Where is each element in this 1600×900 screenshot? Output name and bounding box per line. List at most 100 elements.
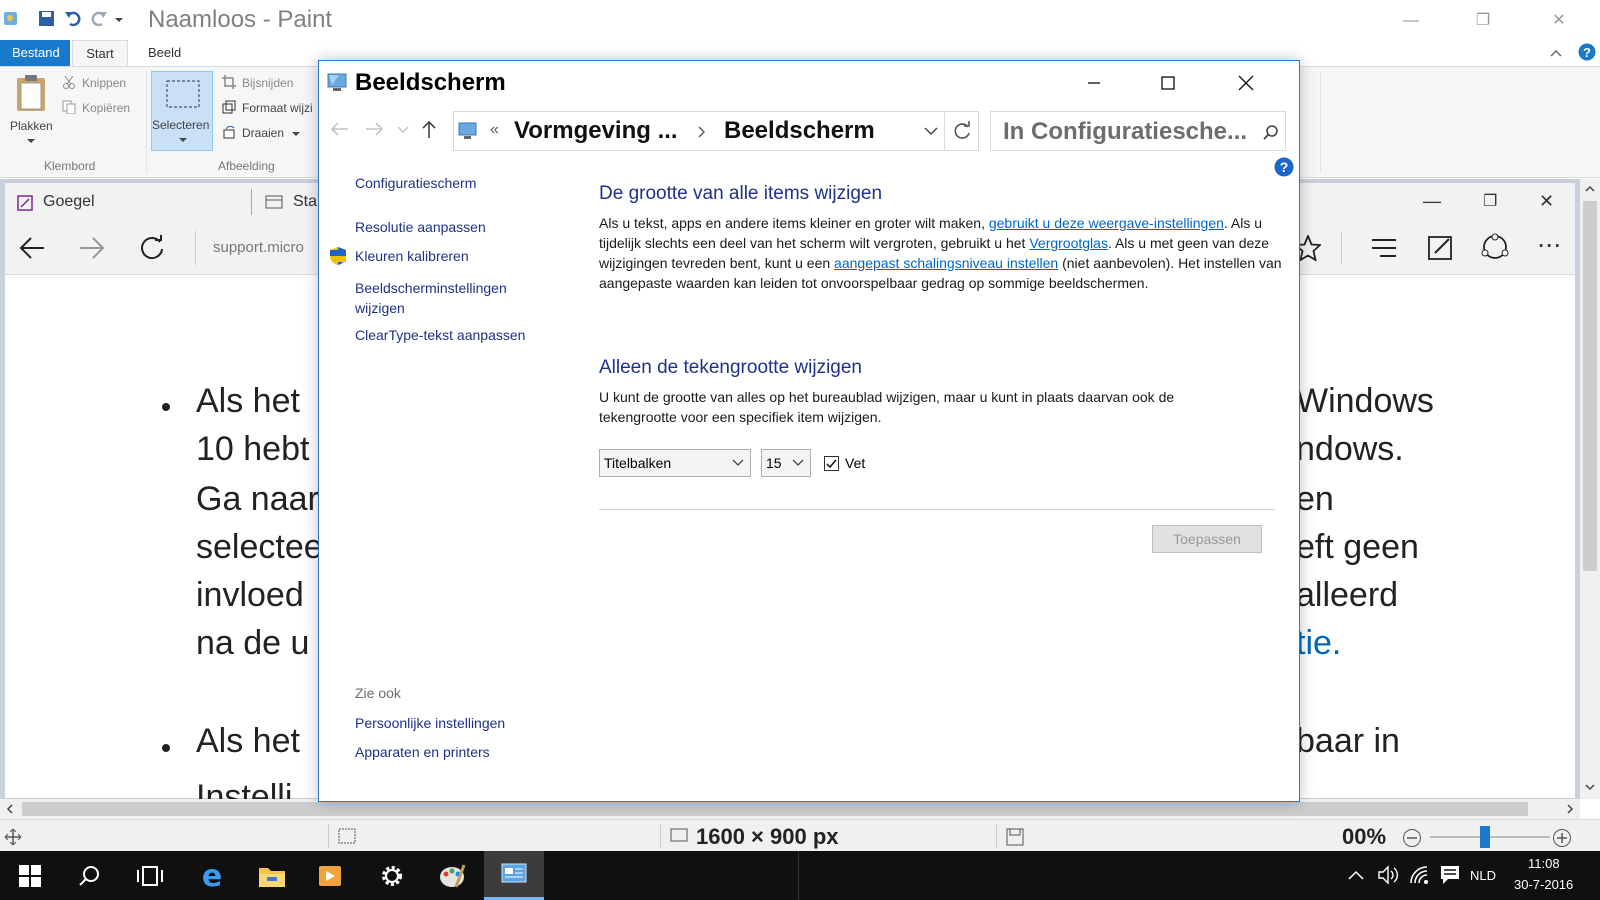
select-rectangle-icon <box>166 80 200 108</box>
apply-button[interactable]: Toepassen <box>1152 525 1262 553</box>
close-button[interactable] <box>1211 61 1281 105</box>
control-panel-icon <box>501 863 527 883</box>
sidebar-link-cleartype[interactable]: ClearType-tekst aanpassen <box>355 327 525 343</box>
save-icon[interactable] <box>38 9 56 29</box>
paint-app-icon[interactable] <box>2 9 20 29</box>
tab-bestand[interactable]: Bestand <box>0 40 70 66</box>
cut-label[interactable]: Knippen <box>82 76 126 90</box>
zoom-slider-track[interactable] <box>1430 836 1550 838</box>
zoom-in-icon[interactable] <box>1552 828 1572 848</box>
display-settings-link[interactable]: gebruikt u deze weergave-instellingen <box>989 215 1224 231</box>
bg-text-line: selectee <box>196 528 323 566</box>
paint-restore-button[interactable]: ❐ <box>1460 8 1506 34</box>
tab-beeld[interactable]: Beeld <box>136 40 193 66</box>
sidebar-link-persoonlijke-instellingen[interactable]: Persoonlijke instellingen <box>355 715 505 731</box>
forward-arrow-icon[interactable] <box>365 119 385 139</box>
minimize-button[interactable] <box>1059 61 1129 105</box>
breadcrumb-vormgeving[interactable]: Vormgeving ... <box>514 117 678 145</box>
edge-tab-1: Goegel <box>43 193 95 210</box>
clock-date[interactable]: 30-7-2016 <box>1514 877 1573 892</box>
breadcrumb-overflow[interactable]: « <box>490 121 499 139</box>
taskbar-edge[interactable]: e <box>182 851 242 900</box>
cut-icon[interactable] <box>62 75 76 89</box>
rotate-icon[interactable] <box>222 125 236 139</box>
horizontal-scroll-thumb[interactable] <box>22 802 1528 816</box>
copy-icon[interactable] <box>62 100 76 114</box>
task-view-button[interactable] <box>120 851 180 900</box>
sidebar-link-beeldscherminstellingen[interactable]: Beeldscherminstellingen wijzigen <box>355 278 535 318</box>
edge-address-text: support.micro <box>213 239 304 256</box>
status-separator <box>660 824 661 848</box>
taskbar-settings[interactable] <box>362 851 422 900</box>
crop-label[interactable]: Bijsnijden <box>242 76 293 90</box>
language-indicator[interactable]: NLD <box>1470 868 1496 883</box>
paint-minimize-button[interactable]: — <box>1388 8 1434 34</box>
sidebar-link-apparaten-printers[interactable]: Apparaten en printers <box>355 744 490 760</box>
edge-minimize-glyph: — <box>1423 191 1441 211</box>
tab-start[interactable]: Start <box>72 40 128 66</box>
zoom-slider-thumb[interactable] <box>1480 826 1490 848</box>
scroll-down-icon[interactable] <box>1585 783 1595 791</box>
taskbar-paint[interactable] <box>422 851 482 900</box>
paint-horizontal-scrollbar[interactable] <box>0 799 1580 819</box>
resize-label[interactable]: Formaat wijzi <box>242 101 313 115</box>
search-button[interactable] <box>60 851 120 900</box>
paste-label[interactable]: Plakken <box>10 119 53 133</box>
action-center-icon[interactable] <box>1440 865 1460 885</box>
sidebar-link-configuratiescherm[interactable]: Configuratiescherm <box>355 175 476 191</box>
taskbar-control-panel[interactable] <box>484 851 544 900</box>
paste-icon[interactable] <box>14 73 48 113</box>
bold-checkbox[interactable] <box>824 456 839 471</box>
up-arrow-icon[interactable] <box>419 119 439 139</box>
address-dropdown-icon[interactable] <box>924 126 938 136</box>
taskbar-file-explorer[interactable] <box>242 851 302 900</box>
help-icon[interactable]: ? <box>1578 43 1596 61</box>
share-icon <box>1481 233 1509 259</box>
start-button[interactable] <box>0 851 60 900</box>
scroll-right-icon[interactable] <box>1566 804 1574 814</box>
sidebar-link-kleuren-kalibreren[interactable]: Kleuren kalibreren <box>355 248 469 264</box>
rotate-dropdown-icon[interactable] <box>292 131 300 137</box>
paste-dropdown-icon[interactable] <box>26 137 36 145</box>
crop-icon[interactable] <box>222 75 236 89</box>
refresh-icon[interactable] <box>952 121 972 141</box>
status-separator <box>996 824 997 848</box>
custom-scaling-link[interactable]: aangepast schalingsniveau instellen <box>834 255 1058 271</box>
rotate-label[interactable]: Draaien <box>242 126 284 140</box>
redo-icon[interactable] <box>90 9 108 29</box>
bold-checkbox-label[interactable]: Vet <box>845 455 865 471</box>
forward-icon <box>80 237 105 259</box>
wifi-icon[interactable] <box>1408 865 1430 885</box>
customize-qat-icon[interactable] <box>114 9 124 29</box>
scroll-left-icon[interactable] <box>6 804 14 814</box>
address-bar[interactable]: « Vormgeving ... Beeldscherm <box>453 111 979 151</box>
paint-close-button[interactable]: ✕ <box>1536 8 1582 34</box>
select-button[interactable]: Selecteren <box>151 71 213 151</box>
clock-time[interactable]: 11:08 <box>1528 856 1560 871</box>
item-select[interactable]: Titelbalken <box>599 449 751 477</box>
breadcrumb-chevron-icon[interactable] <box>697 125 707 139</box>
chevron-down-icon <box>792 459 804 466</box>
resize-icon[interactable] <box>222 100 236 114</box>
help-icon[interactable]: ? <box>1274 157 1294 177</box>
copy-label[interactable]: Kopiëren <box>82 101 130 115</box>
taskbar-media-player[interactable] <box>300 851 360 900</box>
breadcrumb-beeldscherm[interactable]: Beeldscherm <box>724 117 875 145</box>
magnifier-link[interactable]: Vergrootglas <box>1029 235 1108 251</box>
vertical-scroll-thumb[interactable] <box>1583 201 1597 571</box>
undo-icon[interactable] <box>64 9 82 29</box>
search-input[interactable]: In Configuratiesche... <box>990 111 1286 151</box>
back-arrow-icon[interactable] <box>329 119 349 139</box>
scroll-up-icon[interactable] <box>1585 185 1595 193</box>
size-select[interactable]: 15 <box>761 449 811 477</box>
recent-locations-icon[interactable] <box>397 125 409 135</box>
show-hidden-icons-icon[interactable] <box>1348 869 1364 881</box>
zoom-out-icon[interactable] <box>1402 828 1422 848</box>
maximize-button[interactable] <box>1133 61 1203 105</box>
sidebar-link-resolutie[interactable]: Resolutie aanpassen <box>355 219 486 235</box>
volume-icon[interactable] <box>1378 865 1400 885</box>
status-separator <box>328 824 329 848</box>
paint-vertical-scrollbar[interactable] <box>1580 179 1600 799</box>
collapse-ribbon-icon[interactable] <box>1550 48 1562 58</box>
image-size-text: 1600 × 900 px <box>696 824 839 849</box>
